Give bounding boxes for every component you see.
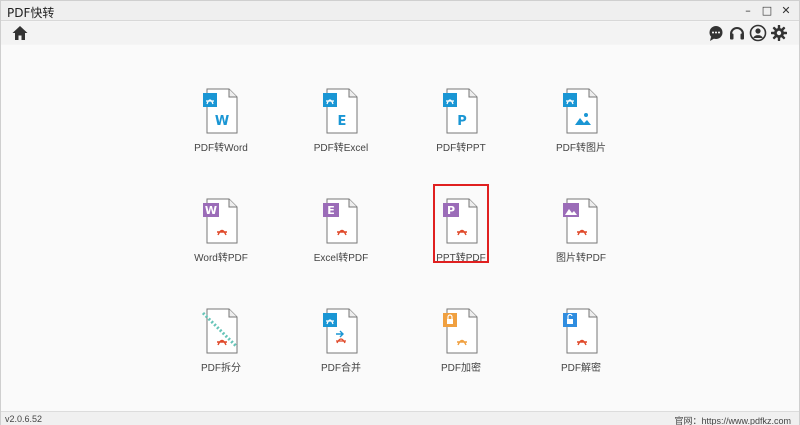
gear-icon[interactable] [770,24,788,42]
word-to-pdf-icon: W [201,197,241,245]
tool-grid: W PDF转Word E PDF转Excel P PDF转PPT PDF转图片 W Word转P… [1,45,799,411]
headset-icon[interactable] [728,24,746,42]
image-to-pdf-icon [561,197,601,245]
pdf-split-icon [201,307,241,355]
tile-label: PDF转图片 [556,143,606,154]
home-icon[interactable] [11,24,29,42]
website-link[interactable]: 官网：https://www.pdfkz.com [674,414,791,425]
selection-highlight [433,184,489,263]
tile-pdf-to-word[interactable]: W PDF转Word [171,87,271,167]
tile-label: 图片转PDF [556,253,606,264]
chat-icon[interactable] [707,24,725,42]
pdf-merge-icon [321,307,361,355]
tile-label: Excel转PDF [313,253,369,264]
pdf-to-image-icon [561,87,601,135]
svg-text:E: E [327,204,335,217]
tile-label: Word转PDF [194,253,248,264]
user-icon[interactable] [749,24,767,42]
svg-text:W: W [215,114,229,129]
pdf-encrypt-icon [441,307,481,355]
tile-label: PDF转Excel [313,143,369,154]
title-bar: PDF快转 – □ ✕ [1,1,799,21]
excel-to-pdf-icon: E [321,197,361,245]
tile-pdf-to-image[interactable]: PDF转图片 [531,87,631,167]
status-bar: v2.0.6.52 官网：https://www.pdfkz.com [1,411,799,425]
svg-text:W: W [205,204,217,217]
tile-label: PDF加密 [441,363,481,374]
window-title: PDF快转 [7,6,55,20]
tile-excel-to-pdf[interactable]: E Excel转PDF [291,197,391,277]
tile-pdf-merge[interactable]: PDF合并 [291,307,391,387]
tile-pdf-split[interactable]: PDF拆分 [171,307,271,387]
tile-pdf-to-ppt[interactable]: P PDF转PPT [411,87,511,167]
tile-label: PDF转PPT [436,143,486,154]
tile-pdf-to-excel[interactable]: E PDF转Excel [291,87,391,167]
pdf-to-ppt-icon: P [441,87,481,135]
pdf-to-word-icon: W [201,87,241,135]
tile-image-to-pdf[interactable]: 图片转PDF [531,197,631,277]
toolbar [1,22,799,44]
version-label: v2.0.6.52 [5,414,43,424]
pdf-decrypt-icon [561,307,601,355]
minimize-button[interactable]: – [739,2,757,20]
tile-label: PDF合并 [321,363,361,374]
tile-pdf-decrypt[interactable]: PDF解密 [531,307,631,387]
tile-label: PDF解密 [561,363,601,374]
maximize-button[interactable]: □ [758,2,776,20]
close-button[interactable]: ✕ [777,2,795,20]
pdf-to-excel-icon: E [321,87,361,135]
tile-label: PDF拆分 [201,363,241,374]
tile-word-to-pdf[interactable]: W Word转PDF [171,197,271,277]
svg-text:P: P [457,114,467,129]
app-window: PDF快转 – □ ✕ W PDF转Word E PDF转Excel P PDF转PPT P… [0,0,800,425]
tile-label: PDF转Word [194,143,248,154]
svg-text:E: E [338,114,347,129]
tile-pdf-encrypt[interactable]: PDF加密 [411,307,511,387]
